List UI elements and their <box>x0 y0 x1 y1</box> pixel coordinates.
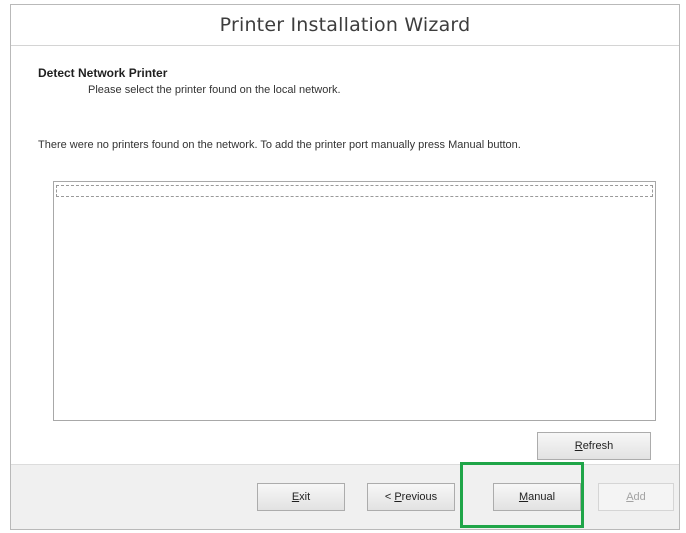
refresh-button[interactable]: Refresh <box>537 432 651 460</box>
button-bar: Exit < Previous Manual Add <box>11 464 679 529</box>
refresh-label: efresh <box>582 440 614 452</box>
window-title: Printer Installation Wizard <box>219 14 471 36</box>
add-button[interactable]: Add <box>598 483 674 511</box>
title-bar: Printer Installation Wizard <box>11 5 679 46</box>
manual-mnemonic: M <box>518 491 529 503</box>
printer-list[interactable] <box>53 181 656 421</box>
exit-mnemonic: E <box>291 491 300 503</box>
wizard-content: Detect Network Printer Please select the… <box>11 46 679 464</box>
refresh-mnemonic: R <box>574 440 583 452</box>
no-printers-message: There were no printers found on the netw… <box>38 139 521 151</box>
exit-label: xit <box>299 491 311 503</box>
add-mnemonic: A <box>626 491 634 503</box>
previous-label: revious <box>401 491 438 503</box>
list-focus-row[interactable] <box>56 185 653 197</box>
previous-mnemonic: P <box>394 491 402 503</box>
add-label: dd <box>633 491 646 503</box>
wizard-window: Printer Installation Wizard Detect Netwo… <box>10 4 680 530</box>
exit-button[interactable]: Exit <box>257 483 345 511</box>
page-heading: Detect Network Printer <box>38 66 168 80</box>
previous-prefix: < <box>384 491 395 503</box>
previous-button[interactable]: < Previous <box>367 483 455 511</box>
page-subheading: Please select the printer found on the l… <box>88 84 341 96</box>
manual-button[interactable]: Manual <box>493 483 581 511</box>
manual-label: anual <box>528 491 556 503</box>
